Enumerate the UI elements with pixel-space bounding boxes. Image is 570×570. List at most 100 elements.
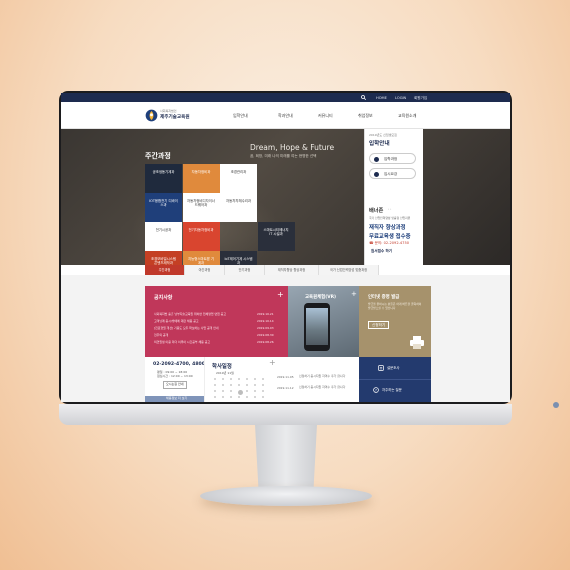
course-tile-label: 조경관리과: [230, 170, 247, 174]
course-tile-label: IOT융합전기 디바이스과: [149, 199, 178, 208]
nav-item-4[interactable]: 교육원소개: [398, 113, 416, 119]
course-tile[interactable]: 공조냉동기계과: [145, 164, 182, 193]
login-link[interactable]: LOGIN: [395, 96, 406, 100]
hero-tagline-ko: 꿈, 희망, 미래 나의 미래를 여는 현명한 선택: [250, 154, 317, 158]
monitor-stand: [255, 425, 317, 489]
course-tile-label: 전기시공과: [155, 228, 172, 232]
jobs-bar[interactable]: 채용정보 더 보기: [145, 396, 204, 402]
banner-main[interactable]: 재직자 향상과정: [369, 223, 406, 231]
cert-desc: 발급을 원하시는 분들은 아래 버튼을 클릭하여 발급받으실 수 있습니다: [368, 302, 422, 310]
jobs-more-label: 채용정보 더 보기: [166, 396, 188, 400]
course-tile[interactable]: 자동차차체수리과: [220, 193, 257, 222]
logo-icon[interactable]: [145, 109, 158, 122]
vr-more-icon[interactable]: +: [351, 290, 357, 298]
home-link[interactable]: HOME: [376, 96, 387, 100]
faq-link[interactable]: 자주하는 질문: [382, 388, 402, 392]
calendar-day[interactable]: [246, 378, 248, 380]
course-tile[interactable]: 스마트시티에너지 IT 시설과: [257, 222, 295, 251]
admission-course-button[interactable]: 입학과정: [369, 153, 416, 164]
join-link[interactable]: 회원가입: [414, 96, 427, 100]
calendar-day[interactable]: [238, 390, 243, 395]
admission-guide-button[interactable]: 입시요강: [369, 168, 416, 179]
course-tile-label: 자동차정비디자이너 드웨어과: [186, 199, 216, 208]
calendar-day[interactable]: [222, 390, 224, 392]
nav-item-1[interactable]: 학과안내: [278, 113, 293, 119]
notice-item[interactable]: [진료협원 개선] 기용도 모두 확보하는 사업 공개 안내: [154, 326, 250, 330]
event-text[interactable]: 신청하기 응시지원 자격수 추가 합니다: [299, 374, 354, 379]
banner-arrows-icon[interactable]: ‹ ›: [388, 207, 391, 212]
calendar-day[interactable]: [230, 384, 232, 386]
calendar-day[interactable]: [230, 396, 232, 398]
calendar-day[interactable]: [262, 384, 264, 386]
background-dot: [553, 402, 559, 408]
course-tile-label: 지능형스마트팜 기계과: [187, 257, 215, 266]
calendar-month: 2019년 11월: [216, 371, 234, 375]
calendar-day[interactable]: [222, 384, 224, 386]
cert-apply-button[interactable]: 신청하기: [368, 321, 390, 330]
tab-3[interactable]: 재직자향상 향상과정: [265, 265, 319, 275]
tab-0[interactable]: 주간과정: [145, 265, 185, 275]
directions-button[interactable]: 오시는길 안내: [163, 381, 187, 389]
calendar-day[interactable]: [238, 396, 240, 398]
tab-1[interactable]: 야간과정: [185, 265, 225, 275]
admission-course-label: 입학과정: [384, 157, 398, 161]
calendar-day[interactable]: [246, 390, 248, 392]
calendar-day[interactable]: [222, 378, 224, 380]
nav-item-2[interactable]: 커뮤니티: [318, 113, 333, 119]
nav-item-0[interactable]: 입학안내: [233, 113, 248, 119]
top-utility-bar: HOME LOGIN 회원가입: [61, 93, 510, 102]
notice-item[interactable]: 고객님께 응시/밖에에 대한 채용 공고: [154, 319, 250, 323]
notice-item[interactable]: 사회복지법 충혼 남부지술교육원 위하면 전체영업 면접 공고: [154, 312, 250, 316]
calendar-day[interactable]: [238, 378, 240, 380]
banner-apply-button[interactable]: 원서접수 하기: [371, 249, 392, 253]
calendar-day[interactable]: [262, 396, 264, 398]
calendar-day[interactable]: [230, 378, 232, 380]
notice-item[interactable]: 의견원생 이용 리더 이루어 시간공부 채용 공고: [154, 340, 250, 344]
notice-item[interactable]: 현주의 공개: [154, 333, 250, 337]
course-tile-label: 자동차정비과: [191, 170, 211, 174]
tab-4[interactable]: 국가 신업인력양성 맞춤과정: [319, 265, 379, 275]
admission-side-panel: 2019년도 신입생모집 입학안내 입학과정 입시요강 배너존 ‹ › 국가 신…: [364, 129, 423, 275]
search-icon[interactable]: [361, 95, 366, 100]
quick-divider: [359, 379, 431, 380]
course-tile[interactable]: 자동차정비디자이너 드웨어과: [182, 193, 220, 222]
survey-link[interactable]: 설문조사: [387, 366, 399, 370]
calendar-day[interactable]: [254, 396, 256, 398]
calendar-day[interactable]: [214, 378, 216, 380]
contact-tel: 02-2092-4700, 4800: [153, 362, 205, 367]
website-screen: HOME LOGIN 회원가입 사회복지법인 제주기술교육원 입학안내 학과안내 커…: [61, 93, 510, 402]
notice-more-icon[interactable]: +: [277, 290, 284, 299]
calendar-day[interactable]: [254, 378, 256, 380]
logo-name[interactable]: 제주기술교육원: [160, 115, 190, 121]
course-tile[interactable]: 조경관리과: [220, 164, 257, 193]
admission-small: 2019년도 신입생모집: [369, 133, 397, 137]
monitor-chin: [59, 404, 512, 425]
tab-2[interactable]: 단기과정: [225, 265, 265, 275]
calendar-day[interactable]: [214, 390, 216, 392]
calendar-day[interactable]: [214, 384, 216, 386]
calendar-day[interactable]: [222, 396, 224, 398]
event-text[interactable]: 신청하기 응시지원 자격수 추가 합니다: [299, 385, 354, 390]
cert-title: 인터넷 증명 발급: [368, 295, 400, 300]
notice-date: 2019.08.30: [257, 333, 274, 337]
vr-title: 교육원체험(VR): [305, 295, 336, 300]
calendar-day[interactable]: [254, 390, 256, 392]
calendar-day[interactable]: [246, 384, 248, 386]
calendar-day[interactable]: [262, 390, 264, 392]
calendar-day[interactable]: [214, 396, 216, 398]
banner-main2[interactable]: 무료교육생 접수중: [369, 232, 411, 240]
admission-title: 입학안내: [369, 141, 390, 147]
course-tile[interactable]: 자동차정비과: [182, 164, 220, 193]
calendar-day[interactable]: [262, 378, 264, 380]
schedule-more-icon[interactable]: +: [269, 358, 276, 367]
hero-title: 주간과정: [145, 152, 171, 160]
course-tile[interactable]: 전기시공과: [145, 222, 182, 251]
calendar-day[interactable]: [238, 384, 240, 386]
nav-item-3[interactable]: 취업정보: [358, 113, 373, 119]
calendar-day[interactable]: [254, 384, 256, 386]
course-tile[interactable]: 전기자동차정비과: [182, 222, 220, 251]
calendar-day[interactable]: [230, 390, 232, 392]
calendar-day[interactable]: [246, 396, 248, 398]
course-tile[interactable]: IOT융합전기 디바이스과: [145, 193, 182, 222]
vr-panel[interactable]: 교육원체험(VR) +: [288, 286, 359, 357]
